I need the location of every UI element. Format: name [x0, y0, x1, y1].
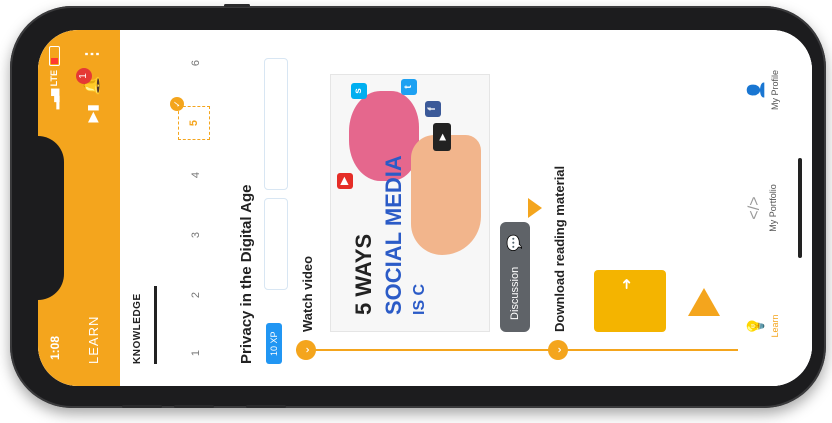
app-root: 1:08 ▂▄▆ LTE LEARN ▶▮ 🔔 1 ⋮ KNOWLEDGE 1 … — [38, 30, 812, 386]
chat-icon: 💬 — [506, 234, 522, 252]
thumbnail-text-line3: IS C — [411, 283, 428, 315]
youtube-icon: ▶ — [337, 173, 353, 189]
phone-screen: 1:08 ▂▄▆ LTE LEARN ▶▮ 🔔 1 ⋮ KNOWLEDGE 1 … — [38, 30, 812, 386]
step-1[interactable]: 1 — [190, 346, 202, 360]
nav-my-portfolio[interactable]: </> My Portfolio — [746, 168, 778, 248]
timeline-chevron-icon[interactable]: ⌄ — [548, 340, 568, 360]
download-section-title: Download reading material — [552, 165, 567, 332]
nav-my-profile[interactable]: 👤 My Profile — [746, 50, 780, 130]
network-type: LTE — [49, 70, 59, 87]
code-icon: </> — [746, 196, 763, 220]
app-header: LEARN ▶▮ 🔔 1 ⋮ — [68, 30, 120, 386]
nav-learn-label: Learn — [770, 314, 780, 338]
video-thumbnail[interactable]: f t ▶ ◎ s 5 WAYS SOCIAL MEDIA IS C ▶ — [330, 74, 490, 332]
phone-side-button — [122, 405, 162, 408]
tag-pill[interactable] — [264, 58, 288, 190]
step-current[interactable]: 5 — [178, 106, 210, 140]
nav-profile-label: My Profile — [770, 70, 780, 111]
step-progress: 1 2 3 4 5 ✓ 6 — [168, 30, 228, 386]
phone-notch — [38, 136, 64, 300]
profile-icon: 👤 — [748, 80, 765, 100]
home-indicator[interactable] — [798, 158, 802, 258]
hand-illustration — [411, 135, 481, 255]
step-6[interactable]: 6 — [190, 56, 202, 70]
timeline-line — [296, 349, 766, 351]
play-icon[interactable]: ▶ — [433, 123, 451, 151]
previous-arrow-icon[interactable] — [528, 198, 542, 218]
phone-side-button — [246, 405, 286, 408]
status-time: 1:08 — [48, 335, 62, 360]
bulb-icon: 💡 — [748, 316, 765, 336]
discussion-label: Discussion — [509, 266, 521, 320]
battery-icon — [49, 46, 60, 66]
tag-pill[interactable] — [264, 198, 288, 290]
xp-badge: 10 XP — [266, 323, 282, 364]
page-title: LEARN — [86, 315, 101, 364]
skype-icon: s — [351, 83, 367, 99]
timeline-chevron-icon[interactable]: ⌄ — [296, 340, 316, 360]
download-arrow-icon: ➜ — [618, 278, 634, 290]
active-tab-underline — [154, 286, 157, 364]
next-arrow-icon[interactable] — [688, 288, 720, 316]
facebook-icon: f — [425, 101, 441, 117]
video-icon[interactable]: ▶▮ — [84, 104, 101, 122]
video-section-title: Watch video — [300, 255, 315, 332]
more-icon[interactable]: ⋮ — [82, 46, 102, 62]
signal-icon: ▂▄▆ LTE — [49, 70, 59, 110]
phone-side-button — [174, 405, 214, 408]
current-step-check-icon: ✓ — [170, 97, 184, 111]
download-file-icon[interactable]: ➜ — [594, 270, 666, 332]
tab-knowledge[interactable]: KNOWLEDGE — [132, 293, 143, 364]
step-2[interactable]: 2 — [190, 288, 202, 302]
phone-frame: 1:08 ▂▄▆ LTE LEARN ▶▮ 🔔 1 ⋮ KNOWLEDGE 1 … — [10, 4, 826, 408]
nav-learn[interactable]: 💡 Learn — [746, 286, 780, 366]
notification-badge: 1 — [76, 68, 92, 84]
discussion-button[interactable]: Discussion 💬 — [500, 222, 530, 332]
thumbnail-text-line1: 5 WAYS — [351, 233, 376, 315]
tab-bar: KNOWLEDGE — [120, 30, 158, 386]
phone-side-button — [224, 4, 250, 7]
step-3[interactable]: 3 — [190, 228, 202, 242]
lesson-title: Privacy in the Digital Age — [238, 184, 255, 365]
step-4[interactable]: 4 — [190, 168, 202, 182]
nav-portfolio-label: My Portfolio — [768, 184, 778, 232]
thumbnail-text-line2: SOCIAL MEDIA — [381, 155, 406, 315]
twitter-icon: t — [401, 79, 417, 95]
